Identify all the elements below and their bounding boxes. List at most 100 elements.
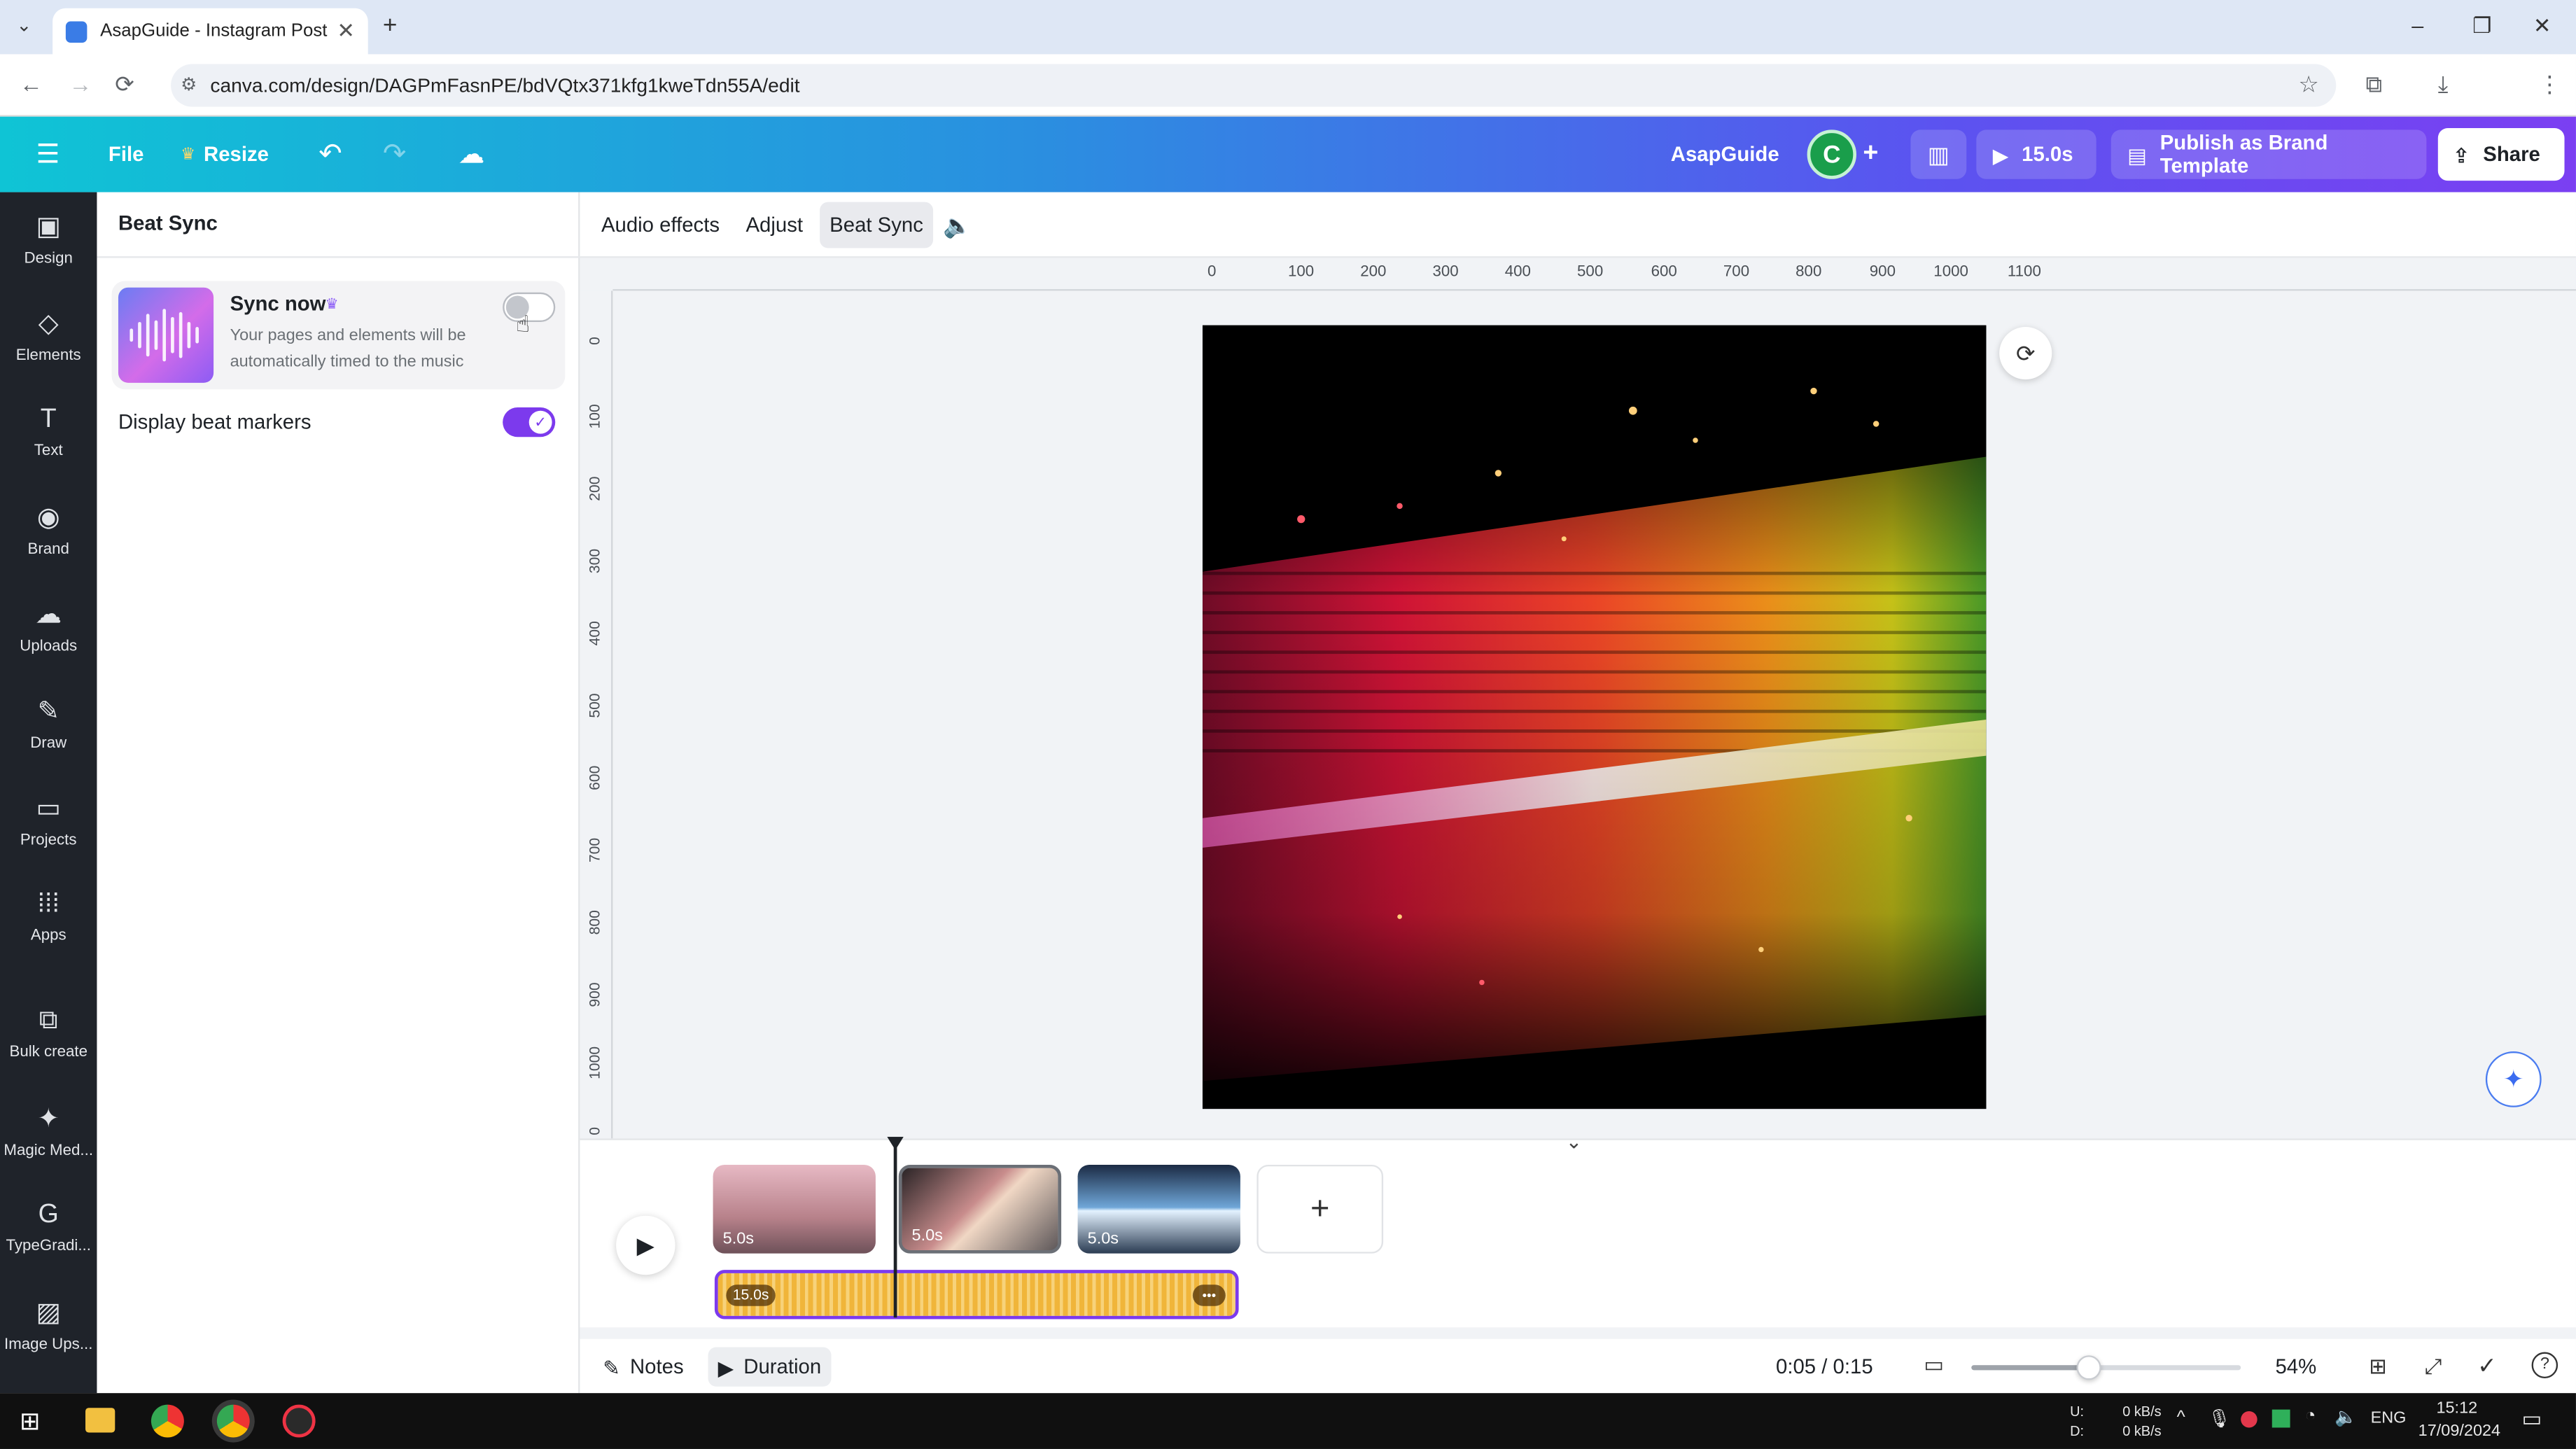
app-tray-icon[interactable] — [2272, 1409, 2290, 1428]
tab-list-chevron-icon[interactable]: ⌄ — [16, 15, 31, 36]
add-page-button[interactable]: + — [1256, 1164, 1384, 1254]
tray-chevron-icon[interactable]: ^ — [2177, 1408, 2185, 1427]
resize-button[interactable]: Resize — [204, 117, 269, 192]
share-button[interactable]: ⇪ Share — [2437, 128, 2565, 181]
extensions-icon[interactable]: ⧉ — [2366, 71, 2382, 99]
url-field[interactable]: canva.com/design/DAGPmFasnPE/bdVQtx371kf… — [171, 64, 2337, 107]
speaker-icon[interactable]: 🔈 — [2334, 1406, 2357, 1427]
recorder-icon[interactable] — [282, 1404, 316, 1438]
clip-1[interactable]: 5.0s — [713, 1164, 876, 1254]
rail-item-uploads[interactable]: ☁ Uploads — [0, 580, 97, 671]
waveform-icon — [130, 309, 199, 362]
sync-now-card[interactable]: Sync now ♛ Your pages and elements will … — [111, 281, 566, 390]
main-menu-icon[interactable]: ☰ — [36, 117, 60, 192]
adjust-button[interactable]: Adjust — [736, 202, 813, 248]
timeline-play-button[interactable]: ▶ — [616, 1215, 676, 1275]
clip-3-duration: 5.0s — [1087, 1230, 1119, 1249]
clock-time[interactable]: 15:12 — [2436, 1400, 2477, 1418]
template-icon: ▤ — [2127, 144, 2147, 167]
rail-item-magic-med[interactable]: ✦ Magic Med... — [0, 1084, 97, 1176]
fullscreen-icon[interactable]: ⤢ — [2425, 1354, 2442, 1380]
elements-icon: ◇ — [38, 309, 59, 338]
audio-options-icon[interactable]: ••• — [1192, 1284, 1226, 1306]
collapse-timeline-icon[interactable]: ⌄ — [1566, 1130, 1583, 1154]
h-ruler-tick: 300 — [1432, 262, 1459, 281]
sync-now-title: Sync now — [230, 292, 326, 316]
rail-item-apps[interactable]: ⁞⁞⁞ Apps — [0, 871, 97, 962]
notes-button[interactable]: ✎ Notes — [600, 1347, 687, 1386]
restore-icon[interactable]: ❐ — [2472, 13, 2491, 40]
browser-tab[interactable]: AsapGuide - Instagram Post ✕ — [52, 8, 368, 55]
url-text: canva.com/design/DAGPmFasnPE/bdVQtx371kf… — [210, 74, 800, 97]
cloud-save-icon[interactable]: ☁ — [458, 117, 485, 192]
rail-item-text[interactable]: T Text — [0, 386, 97, 478]
download-icon[interactable]: ⤓ — [2438, 71, 2449, 99]
wifi-icon[interactable]: ◔ — [2305, 1406, 2316, 1426]
design-canvas[interactable] — [1202, 325, 1987, 1110]
net-down-value: 0 kB/s — [2122, 1422, 2162, 1439]
beat-markers-toggle[interactable]: ✓ — [503, 407, 556, 438]
site-info-icon[interactable]: ⚙ — [181, 74, 197, 95]
net-up-label: U: — [2070, 1403, 2085, 1420]
file-menu-button[interactable]: File — [108, 117, 144, 192]
address-bar-row: ← → ⟳ canva.com/design/DAGPmFasnPE/bdVQt… — [0, 54, 2576, 153]
canva-favicon-icon — [65, 20, 88, 42]
comment-add-button[interactable]: ⟳ — [1999, 327, 2052, 380]
duration-button[interactable]: ▶ Duration — [708, 1347, 832, 1387]
browser-menu-icon[interactable]: ⋮ — [2538, 71, 2561, 99]
chrome-active-icon[interactable] — [216, 1404, 250, 1438]
clock-date[interactable]: 17/09/2024 — [2418, 1422, 2500, 1441]
toggle-knob: ✓ — [528, 410, 552, 434]
v-ruler-tick: 700 — [586, 837, 603, 863]
rail-item-image-ups[interactable]: ▨ Image Ups... — [0, 1278, 97, 1370]
zoom-level[interactable]: 54% — [2275, 1355, 2316, 1378]
rail-item-brand[interactable]: ◉ Brand — [0, 483, 97, 575]
playhead-handle-icon[interactable] — [887, 1137, 904, 1150]
audio-track[interactable]: 15.0s ••• — [714, 1270, 1239, 1320]
publish-brand-template-button[interactable]: ▤ Publish as Brand Template — [2110, 130, 2427, 179]
tab-close-icon[interactable]: ✕ — [337, 18, 355, 45]
window-close-icon[interactable]: ✕ — [2533, 13, 2552, 40]
clip-3[interactable]: 5.0s — [1077, 1164, 1240, 1254]
brand-name[interactable]: AsapGuide — [1671, 117, 1779, 192]
user-avatar[interactable]: C — [1807, 130, 1856, 179]
clip-2-selected[interactable]: 5.0s — [898, 1164, 1062, 1254]
notifications-icon[interactable]: ▭ — [2521, 1406, 2542, 1433]
page-view-icon[interactable]: ▭ — [1924, 1352, 1944, 1378]
preview-play-button[interactable]: ▶ 15.0s — [1976, 130, 2096, 179]
mouse-cursor-icon: ☝ — [515, 310, 530, 337]
add-collaborator-icon[interactable]: + — [1863, 117, 1878, 192]
minimize-icon[interactable]: – — [2412, 13, 2423, 38]
rail-item-draw[interactable]: ✎ Draw — [0, 677, 97, 769]
rail-item-typegradi[interactable]: G TypeGradi... — [0, 1181, 97, 1273]
zoom-slider-handle[interactable] — [2076, 1355, 2101, 1380]
help-icon[interactable]: ? — [2531, 1352, 2558, 1379]
rail-item-design[interactable]: ▣ Design — [0, 192, 97, 284]
bookmark-star-icon[interactable]: ☆ — [2298, 71, 2318, 99]
reload-icon[interactable]: ⟳ — [115, 71, 134, 99]
v-ruler-tick: 200 — [586, 476, 603, 501]
rail-item-elements[interactable]: ◇ Elements — [0, 289, 97, 381]
beat-sync-button[interactable]: Beat Sync — [820, 202, 934, 248]
file-explorer-icon[interactable] — [85, 1408, 115, 1433]
new-tab-button[interactable]: + — [383, 11, 398, 39]
audio-effects-button[interactable]: Audio effects — [592, 202, 729, 248]
v-ruler-tick: 900 — [586, 982, 603, 1007]
record-tray-icon[interactable] — [2241, 1410, 2258, 1428]
rail-item-bulk-create[interactable]: ⧉ Bulk create — [0, 987, 97, 1079]
language-indicator[interactable]: ENG — [2371, 1410, 2407, 1428]
insights-button[interactable]: ▥ — [1910, 130, 1967, 179]
playhead[interactable] — [893, 1140, 897, 1318]
magic-assistant-button[interactable]: ✦ — [2485, 1051, 2542, 1107]
grid-view-icon[interactable]: ⊞ — [2369, 1354, 2387, 1380]
undo-icon[interactable]: ↶ — [318, 117, 342, 192]
check-icon[interactable]: ✓ — [2477, 1352, 2497, 1380]
windows-start-icon[interactable]: ⊞ — [20, 1406, 41, 1436]
zoom-slider[interactable] — [1971, 1355, 2241, 1380]
preview-duration: 15.0s — [2022, 143, 2073, 167]
v-ruler-tick: 0 — [586, 337, 603, 345]
rail-item-projects[interactable]: ▭ Projects — [0, 774, 97, 865]
volume-icon[interactable]: 🔈 — [933, 202, 981, 248]
chrome-icon[interactable] — [150, 1404, 184, 1438]
back-icon[interactable]: ← — [20, 71, 43, 97]
